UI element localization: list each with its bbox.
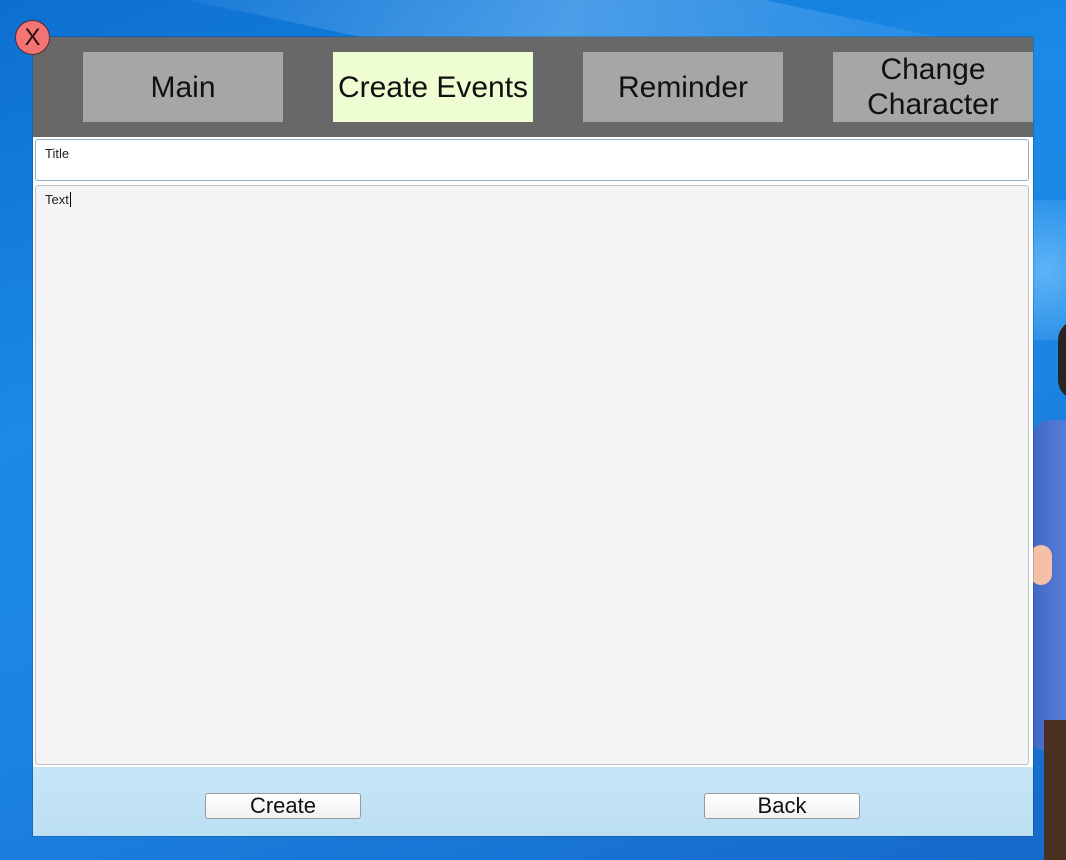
- character-hand: [1030, 545, 1052, 585]
- tab-change-character[interactable]: Change Character: [833, 52, 1033, 122]
- character-pants: [1044, 720, 1066, 860]
- text-input[interactable]: Text: [35, 185, 1029, 765]
- text-placeholder: Text: [45, 192, 69, 207]
- back-button-label: Back: [757, 793, 807, 818]
- title-input[interactable]: Title: [35, 139, 1029, 181]
- tab-bar: Main Create Events Reminder Change Chara…: [33, 37, 1033, 137]
- app-window: Main Create Events Reminder Change Chara…: [33, 37, 1033, 836]
- tab-create-events[interactable]: Create Events: [333, 52, 533, 122]
- tab-change-character-label: Change Character: [867, 53, 999, 121]
- text-caret: [69, 192, 71, 207]
- action-footer: Create Back: [33, 767, 1033, 836]
- create-button-label: Create: [249, 793, 317, 818]
- close-icon: X: [24, 23, 41, 51]
- tab-reminder-label: Reminder: [617, 70, 749, 104]
- back-button[interactable]: Back: [704, 793, 860, 819]
- tab-reminder[interactable]: Reminder: [583, 52, 783, 122]
- tab-create-events-label: Create Events: [337, 70, 529, 104]
- character-hair: [1058, 320, 1066, 400]
- create-button[interactable]: Create: [205, 793, 361, 819]
- close-button[interactable]: X: [15, 20, 50, 55]
- character-jacket: [1032, 420, 1066, 750]
- desktop-character: [1030, 320, 1066, 860]
- tab-main-label: Main: [150, 70, 216, 104]
- title-placeholder: Title: [45, 146, 70, 161]
- tab-main[interactable]: Main: [83, 52, 283, 122]
